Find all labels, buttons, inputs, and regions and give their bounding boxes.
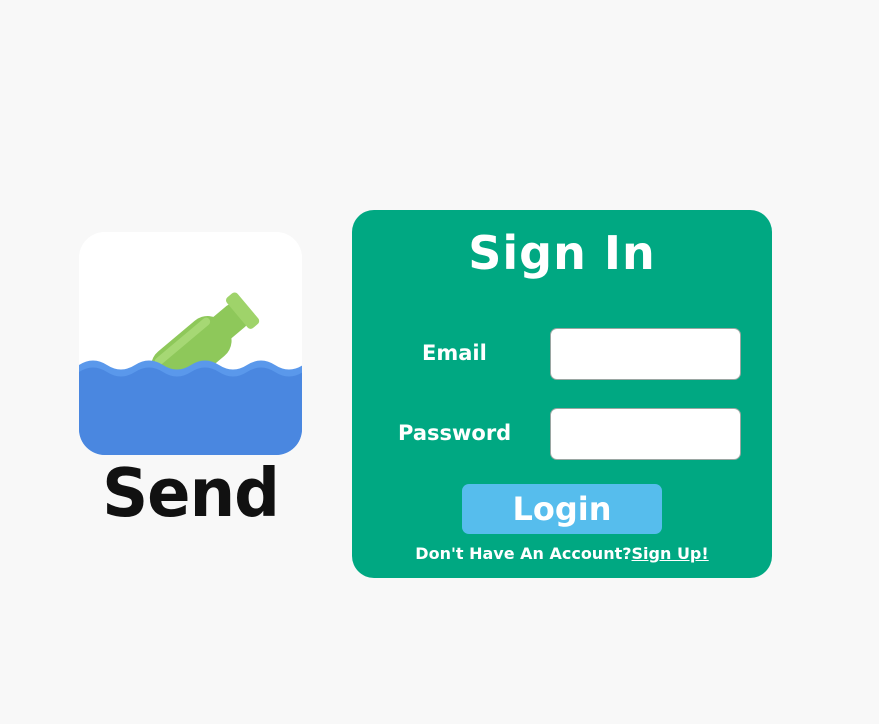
signin-panel: Sign In Email Password Login Don't Have … — [352, 210, 772, 578]
signup-link[interactable]: Sign Up! — [632, 544, 709, 563]
login-button[interactable]: Login — [462, 484, 662, 534]
app-logo — [79, 232, 302, 455]
signup-prompt: Don't Have An Account?Sign Up! — [352, 544, 772, 563]
email-label: Email — [422, 341, 487, 365]
password-label: Password — [398, 421, 512, 445]
signin-title: Sign In — [468, 226, 656, 280]
email-field[interactable] — [550, 328, 741, 380]
password-field[interactable] — [550, 408, 741, 460]
message-in-a-bottle-icon — [79, 232, 302, 455]
brand-name: Send — [102, 455, 280, 533]
account-prompt-text: Don't Have An Account? — [415, 544, 632, 563]
